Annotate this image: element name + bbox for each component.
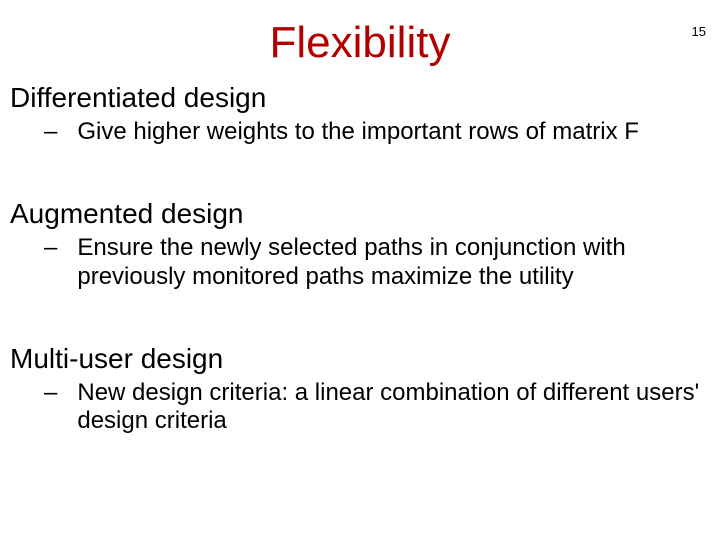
bullet-marker: – bbox=[44, 234, 57, 291]
bullet-row: – Ensure the newly selected paths in con… bbox=[44, 234, 712, 291]
section-heading-3: Multi-user design bbox=[10, 343, 720, 375]
slide-title: Flexibility bbox=[0, 18, 720, 68]
section-heading-1: Differentiated design bbox=[10, 82, 720, 114]
section-heading-2: Augmented design bbox=[10, 198, 720, 230]
bullet-text-3: New design criteria: a linear combinatio… bbox=[77, 379, 712, 436]
bullet-row: – New design criteria: a linear combinat… bbox=[44, 379, 712, 436]
bullet-marker: – bbox=[44, 379, 57, 436]
bullet-text-1: Give higher weights to the important row… bbox=[77, 118, 639, 146]
bullet-marker: – bbox=[44, 118, 57, 146]
bullet-text-2: Ensure the newly selected paths in conju… bbox=[77, 234, 712, 291]
page-number: 15 bbox=[692, 24, 706, 39]
bullet-row: – Give higher weights to the important r… bbox=[44, 118, 712, 146]
